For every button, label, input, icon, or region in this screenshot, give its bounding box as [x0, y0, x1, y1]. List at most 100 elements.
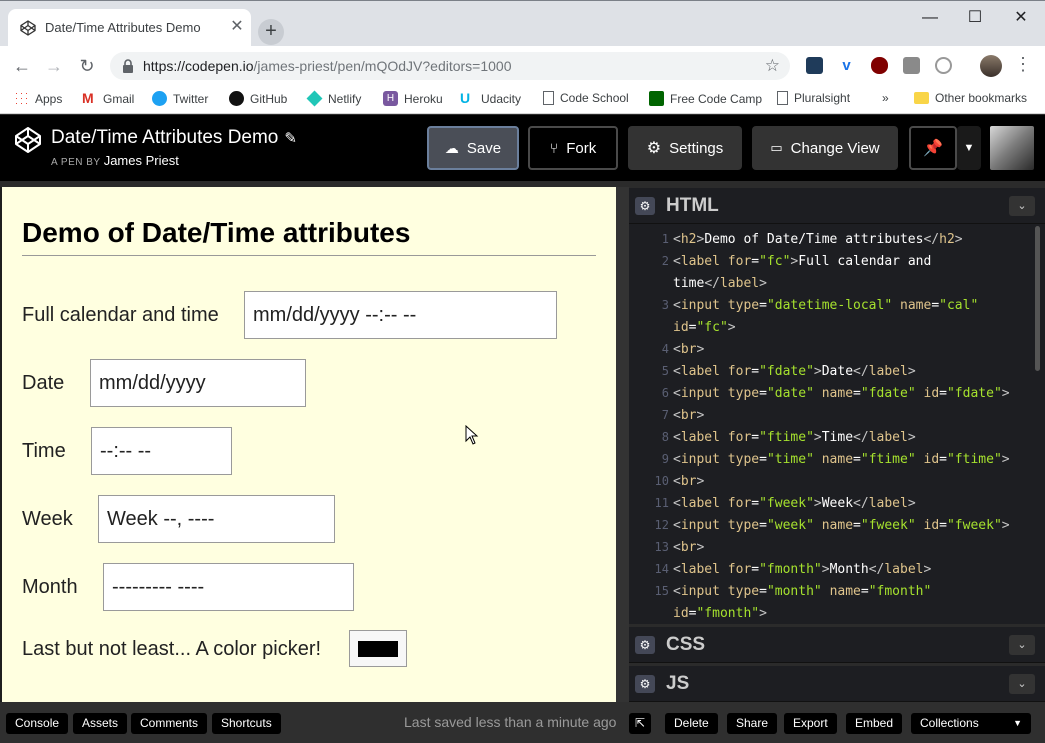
code-line: <br> [673, 540, 705, 555]
pen-byline: A PEN BY James Priest [51, 153, 179, 168]
share-button[interactable]: Share [727, 713, 778, 734]
more-bookmarks-label: » [882, 91, 889, 105]
bookmark-gmail[interactable]: M Gmail [82, 91, 134, 106]
console-button[interactable]: Console [6, 713, 69, 734]
url-path: /james-priest/pen/mQOdJV?editors=1000 [253, 58, 512, 74]
save-button[interactable]: ☁ Save [427, 126, 519, 170]
github-icon [229, 91, 244, 106]
bookmark-twitter[interactable]: Twitter [152, 91, 208, 106]
line-number: 7 [661, 408, 669, 422]
line-number: 8 [661, 430, 669, 444]
code-line: <input type="date" name="fdate" id="fdat… [673, 386, 1010, 401]
bookmark-udacity[interactable]: U Udacity [460, 91, 521, 106]
codepen-header: Date/Time Attributes Demo ✎ A PEN BY Jam… [0, 115, 1045, 181]
extension-icon[interactable] [806, 57, 823, 74]
browser-menu-icon[interactable]: ⋮ [1014, 54, 1032, 75]
code-line: <input type="week" name="fweek" id="fwee… [673, 518, 1010, 533]
ublock-extension-icon[interactable] [871, 57, 888, 74]
line-number: 6 [661, 386, 669, 400]
js-settings-gear-icon[interactable]: ⚙ [635, 675, 655, 693]
pen-title[interactable]: Date/Time Attributes Demo ✎ [51, 127, 297, 149]
export-button[interactable]: Export [784, 713, 837, 734]
bookmark-apps[interactable]: Apps [14, 91, 62, 106]
bookmark-star-icon[interactable]: ☆ [765, 56, 780, 76]
chevron-down-icon[interactable]: ⌄ [1009, 196, 1035, 216]
line-number: 5 [661, 364, 669, 378]
other-bookmarks[interactable]: Other bookmarks [914, 91, 1027, 105]
datetime-local-input[interactable]: mm/dd/yyyy --:-- -- [244, 291, 557, 339]
codepen-logo-icon[interactable] [14, 126, 42, 154]
time-input[interactable]: --:-- -- [91, 427, 232, 475]
more-bookmarks-button[interactable]: » [882, 91, 889, 105]
css-settings-gear-icon[interactable]: ⚙ [635, 636, 655, 654]
bookmark-code-school[interactable]: Code School [543, 91, 629, 105]
js-editor-header[interactable]: ⚙ JS ⌄ [629, 666, 1045, 702]
change-view-button[interactable]: ▭ Change View [752, 126, 898, 170]
fork-button[interactable]: ⑂ Fork [528, 126, 618, 170]
minimize-icon[interactable]: — [907, 5, 953, 31]
bookmark-label: Netlify [328, 91, 362, 106]
close-window-icon[interactable]: ✕ [998, 5, 1044, 31]
netlify-icon [306, 90, 323, 107]
fork-icon: ⑂ [549, 140, 559, 156]
address-bar[interactable]: https://codepen.io/james-priest/pen/mQOd… [110, 52, 790, 80]
css-editor-header[interactable]: ⚙ CSS ⌄ [629, 627, 1045, 663]
code-line: id="fmonth"> [673, 606, 767, 621]
color-picker-input[interactable] [349, 630, 407, 667]
comments-button[interactable]: Comments [131, 713, 208, 734]
extension-icon[interactable] [935, 57, 952, 74]
fullcal-label: Full calendar and time [22, 304, 219, 326]
extension-icon[interactable] [903, 57, 920, 74]
forward-icon[interactable]: → [42, 54, 66, 78]
profile-avatar[interactable] [980, 55, 1002, 77]
embed-button[interactable]: Embed [846, 713, 903, 734]
lock-icon [123, 59, 133, 73]
url-text[interactable]: https://codepen.io/james-priest/pen/mQOd… [143, 58, 512, 74]
reload-icon[interactable]: ↻ [75, 54, 99, 78]
line-number: 9 [661, 452, 669, 466]
edit-pencil-icon[interactable]: ✎ [284, 129, 297, 147]
heroku-icon: H [383, 91, 398, 106]
editor-scrollbar[interactable] [1035, 226, 1040, 371]
maximize-icon[interactable]: ☐ [952, 5, 998, 31]
html-code-editor[interactable]: 1 <h2>Demo of Date/Time attributes</h2> … [629, 224, 1045, 624]
change-view-label: Change View [790, 139, 880, 157]
chevron-down-icon[interactable]: ⌄ [1009, 674, 1035, 694]
chevron-down-icon[interactable]: ⌄ [1009, 635, 1035, 655]
collections-dropdown[interactable]: Collections ▼ [911, 713, 1031, 734]
pin-button[interactable]: 📌 [909, 126, 957, 170]
pin-dropdown-button[interactable]: ▼ [957, 126, 981, 170]
month-input[interactable]: --------- ---- [103, 563, 354, 611]
assets-button[interactable]: Assets [73, 713, 128, 734]
open-external-icon[interactable]: ⇱ [629, 713, 652, 734]
bookmark-label: Apps [35, 91, 63, 106]
line-number: 12 [654, 518, 669, 532]
page-icon [543, 91, 554, 105]
bookmark-pluralsight[interactable]: Pluralsight [777, 91, 850, 105]
week-input[interactable]: Week --, ---- [98, 495, 335, 543]
vimeo-extension-icon[interactable]: v [838, 57, 855, 74]
view-layout-icon: ▭ [770, 140, 783, 155]
bookmark-github[interactable]: GitHub [229, 91, 287, 106]
bookmark-netlify[interactable]: Netlify [306, 90, 362, 107]
settings-button[interactable]: ⚙ Settings [628, 126, 742, 170]
bookmark-free-code-camp[interactable]: Free Code Camp [649, 91, 762, 106]
code-line: <br> [673, 474, 705, 489]
time-label: Time [22, 440, 66, 462]
udacity-icon: U [460, 90, 471, 106]
date-input[interactable]: mm/dd/yyyy [90, 359, 306, 407]
bookmark-heroku[interactable]: H Heroku [383, 91, 443, 106]
new-tab-button[interactable]: + [258, 19, 284, 45]
pane-resize-handle[interactable] [616, 187, 629, 702]
close-tab-icon[interactable]: ✕ [228, 18, 246, 36]
shortcuts-button[interactable]: Shortcuts [212, 713, 281, 734]
author-link[interactable]: James Priest [104, 153, 179, 168]
html-settings-gear-icon[interactable]: ⚙ [635, 197, 655, 215]
user-avatar[interactable] [990, 126, 1034, 170]
tab-title: Date/Time Attributes Demo [45, 20, 201, 35]
back-icon[interactable]: ← [10, 54, 34, 78]
browser-tab[interactable]: Date/Time Attributes Demo ✕ [8, 9, 251, 47]
code-line: <br> [673, 408, 705, 423]
delete-button[interactable]: Delete [665, 713, 718, 734]
code-line: <label for="fmonth">Month</label> [673, 562, 932, 577]
